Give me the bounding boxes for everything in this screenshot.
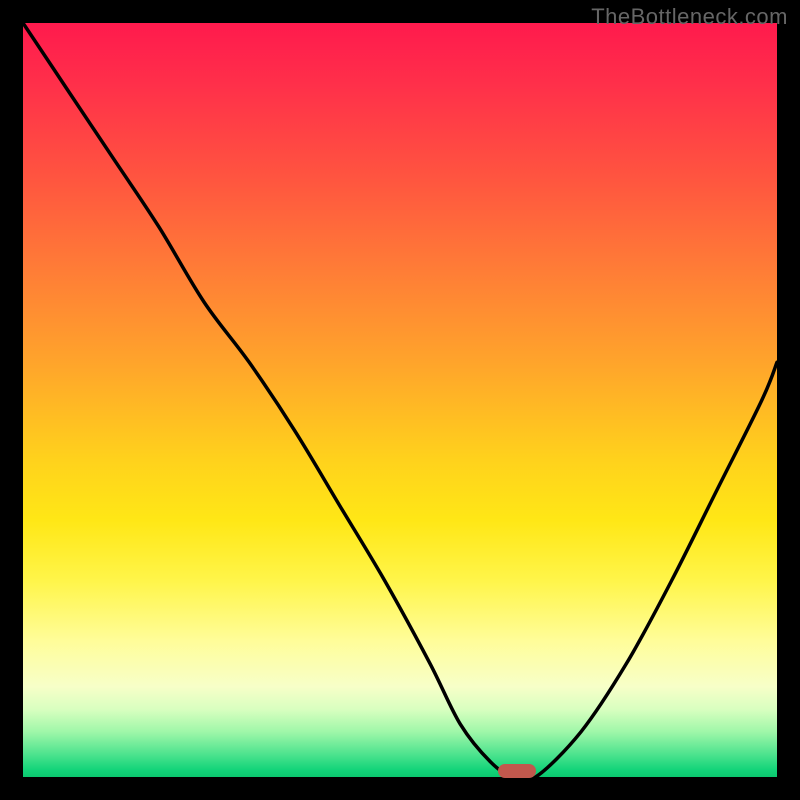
optimal-point-marker	[498, 764, 536, 778]
watermark-text: TheBottleneck.com	[591, 4, 788, 30]
bottleneck-curve	[23, 23, 777, 777]
plot-area	[23, 23, 777, 777]
chart-frame: TheBottleneck.com	[0, 0, 800, 800]
